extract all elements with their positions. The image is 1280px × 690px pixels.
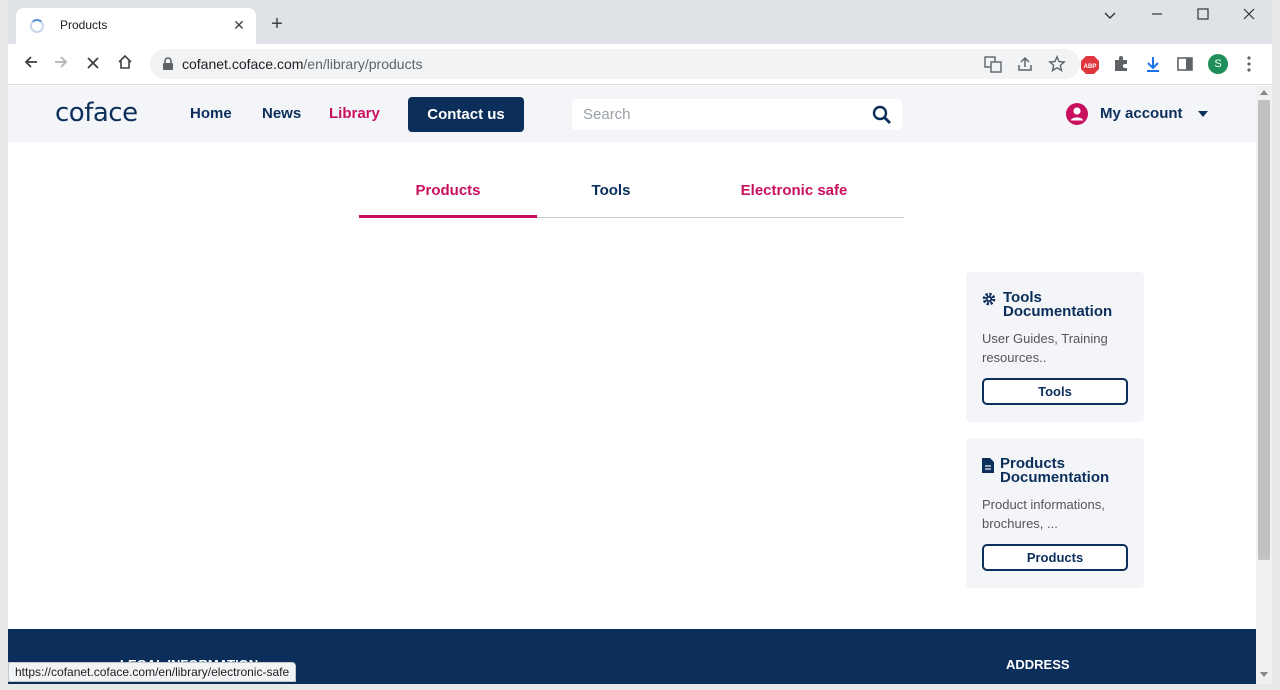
loading-spinner-icon [30, 19, 44, 33]
scroll-thumb[interactable] [1258, 100, 1270, 560]
window-close-icon[interactable] [1226, 4, 1272, 26]
extensions-puzzle-icon[interactable] [1112, 55, 1132, 75]
home-icon[interactable] [114, 53, 136, 75]
scroll-down-icon[interactable] [1260, 672, 1268, 677]
tools-documentation-card: Tools Documentation User Guides, Trainin… [966, 272, 1144, 422]
share-icon[interactable] [1016, 55, 1034, 73]
status-bar-url: https://cofanet.coface.com/en/library/el… [8, 662, 297, 682]
download-icon[interactable] [1144, 55, 1164, 75]
stop-loading-icon[interactable] [82, 53, 104, 75]
adblock-extension-icon[interactable]: ABP [1080, 55, 1100, 75]
tools-button[interactable]: Tools [982, 378, 1128, 405]
tab-tools[interactable]: Tools [537, 182, 685, 199]
translate-icon[interactable] [984, 55, 1002, 73]
my-account-label: My account [1100, 105, 1183, 122]
web-page: coface Home News Library Contact us My a… [8, 86, 1256, 684]
search-icon[interactable] [872, 105, 892, 125]
products-documentation-card: Products Documentation Product informati… [966, 438, 1144, 588]
tab-close-icon[interactable]: ✕ [230, 16, 248, 34]
scroll-up-icon[interactable] [1260, 90, 1268, 95]
tab-search-icon[interactable] [1087, 4, 1133, 26]
card-title: Products Documentation [1000, 455, 1110, 486]
svg-text:ABP: ABP [1084, 64, 1097, 70]
nav-news[interactable]: News [262, 105, 301, 122]
gear-icon [982, 292, 996, 307]
products-button[interactable]: Products [982, 544, 1128, 571]
caret-down-icon [1198, 111, 1208, 117]
tab-products[interactable]: Products [359, 182, 537, 199]
vertical-scrollbar[interactable] [1256, 86, 1272, 684]
browser-window: Products ✕ + cofanet.coface.com/en/libra… [8, 0, 1272, 684]
forward-icon[interactable] [50, 53, 72, 75]
user-avatar-icon [1066, 103, 1088, 125]
back-icon[interactable] [20, 53, 42, 75]
url-path: /en/library/products [303, 56, 423, 72]
url-host: cofanet.coface.com [182, 56, 304, 72]
address-bar[interactable]: cofanet.coface.com/en/library/products [150, 49, 1080, 79]
browser-tab[interactable]: Products ✕ [16, 8, 256, 44]
minimize-icon[interactable] [1134, 4, 1180, 26]
card-description: Product informations, brochures, ... [982, 497, 1105, 531]
library-tabs: Products Tools Electronic safe [359, 168, 904, 218]
tab-title: Products [60, 18, 108, 32]
bookmark-star-icon[interactable] [1048, 55, 1066, 73]
nav-library[interactable]: Library [329, 105, 380, 122]
active-tab-underline [359, 215, 537, 218]
browser-menu-icon[interactable] [1240, 55, 1260, 75]
maximize-icon[interactable] [1180, 4, 1226, 26]
nav-home[interactable]: Home [190, 105, 232, 122]
search-box [572, 99, 902, 130]
coface-logo[interactable]: coface [55, 98, 138, 128]
profile-avatar[interactable]: S [1208, 54, 1228, 74]
document-icon [982, 458, 996, 473]
side-panel-icon[interactable] [1176, 55, 1196, 75]
new-tab-button[interactable]: + [266, 14, 288, 36]
search-input[interactable] [572, 99, 862, 130]
contact-us-button[interactable]: Contact us [408, 97, 524, 132]
lock-icon[interactable] [162, 57, 174, 71]
card-title: Tools Documentation [1003, 289, 1113, 320]
browser-toolbar: cofanet.coface.com/en/library/products A… [8, 44, 1272, 85]
card-description: User Guides, Training resources.. [982, 331, 1108, 365]
tab-electronic-safe[interactable]: Electronic safe [729, 182, 859, 199]
tab-strip: Products ✕ + [8, 0, 1272, 44]
address-heading: ADDRESS [1006, 657, 1070, 672]
url-text[interactable]: cofanet.coface.com/en/library/products [182, 56, 422, 72]
site-header: coface Home News Library Contact us My a… [8, 86, 1256, 142]
